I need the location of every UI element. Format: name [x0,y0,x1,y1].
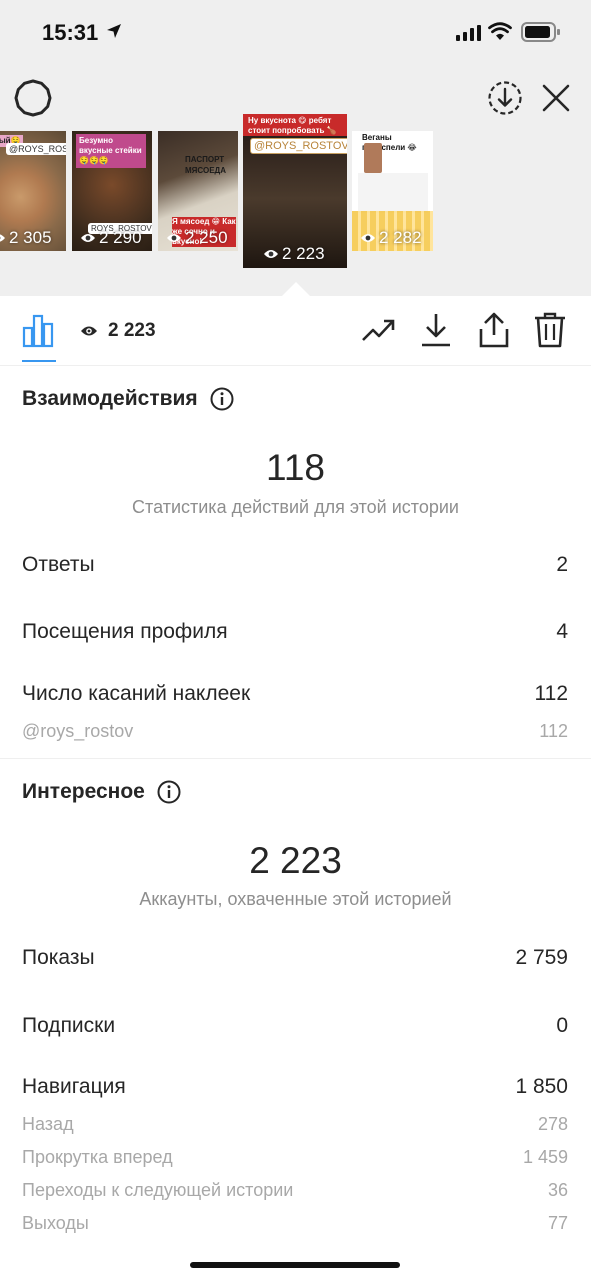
interactions-heading: Взаимодействия [22,387,234,411]
bar-chart-icon[interactable] [22,314,56,348]
battery-icon [521,22,560,42]
stat-row-next-story: Переходы к следующей истории 36 [22,1180,568,1200]
gear-icon[interactable] [14,79,52,117]
story-header: 15:31 ный🤤 @ROYS_ROSTOV 2 305 Безумно вк… [0,0,591,296]
stat-row-follows: Подписки 0 [22,1014,568,1037]
stat-row-replies: Ответы 2 [22,553,568,576]
status-bar: 15:31 [0,0,591,66]
stat-row-exits: Выходы 77 [22,1213,568,1233]
stat-row-forward: Прокрутка вперед 1 459 [22,1147,568,1167]
info-icon[interactable] [210,387,234,411]
stat-row-sticker-taps: Число касаний наклеек 112 [22,682,568,705]
views-count: 2 223 [108,320,156,341]
status-time: 15:31 [42,20,99,45]
discovery-subtitle: Аккаунты, охваченные этой историей [139,889,452,909]
home-indicator[interactable] [190,1262,400,1268]
story-thumbnail-selected[interactable]: Ну вкуснота 😋 ребят стоит попробовать 🍗 … [243,114,347,268]
trend-icon[interactable] [361,316,397,344]
story-views: 2 305 [9,228,52,247]
stats-toolbar: 2 223 [0,296,591,366]
story-views: 2 250 [185,228,228,247]
signal-icon [456,25,481,41]
info-icon[interactable] [157,780,181,804]
eye-icon [0,234,5,242]
stat-row-sticker-mention: @roys_rostov 112 [22,721,568,741]
eye-icon [264,250,278,258]
eye-icon [361,234,375,242]
story-views: 2 223 [282,244,325,263]
trash-icon[interactable] [533,311,567,349]
story-thumbnail[interactable]: ПАСПОРТ МЯСОЕДА Я мясоед 😁 Как же сочно … [158,131,238,251]
eye-icon [81,234,95,242]
story-views: 2 282 [379,228,422,247]
stat-row-profile-visits: Посещения профиля 4 [22,620,568,643]
story-thumbnail[interactable]: ный🤤 @ROYS_ROSTOV 2 305 [0,131,66,251]
close-icon[interactable] [541,83,571,113]
stat-row-navigation: Навигация 1 850 [22,1075,568,1098]
story-views: 2 290 [99,228,142,247]
selected-story-pointer [282,282,310,296]
download-circle-icon[interactable] [487,80,523,116]
wifi-icon [488,22,512,40]
stat-row-impressions: Показы 2 759 [22,946,568,969]
interactions-total: 118 [266,447,325,488]
section-divider [0,758,591,759]
stat-row-back: Назад 278 [22,1114,568,1134]
share-icon[interactable] [477,311,511,349]
location-arrow-icon [107,24,121,38]
discovery-heading: Интересное [22,780,181,804]
chat-preview [364,143,382,173]
interactions-subtitle: Статистика действий для этой истории [132,497,459,517]
eye-icon [167,234,181,242]
active-tab-underline [22,360,56,362]
story-thumbnail[interactable]: Безумно вкусные стейки🤤🤤🤤 ROYS_ROSTOV 2 … [72,131,152,251]
story-thumbnail[interactable]: Веганы подоспели 😂 2 282 [352,131,433,251]
download-icon[interactable] [420,312,452,348]
discovery-total: 2 223 [249,840,342,881]
eye-icon [81,326,97,336]
chat-bubbles [358,173,428,213]
